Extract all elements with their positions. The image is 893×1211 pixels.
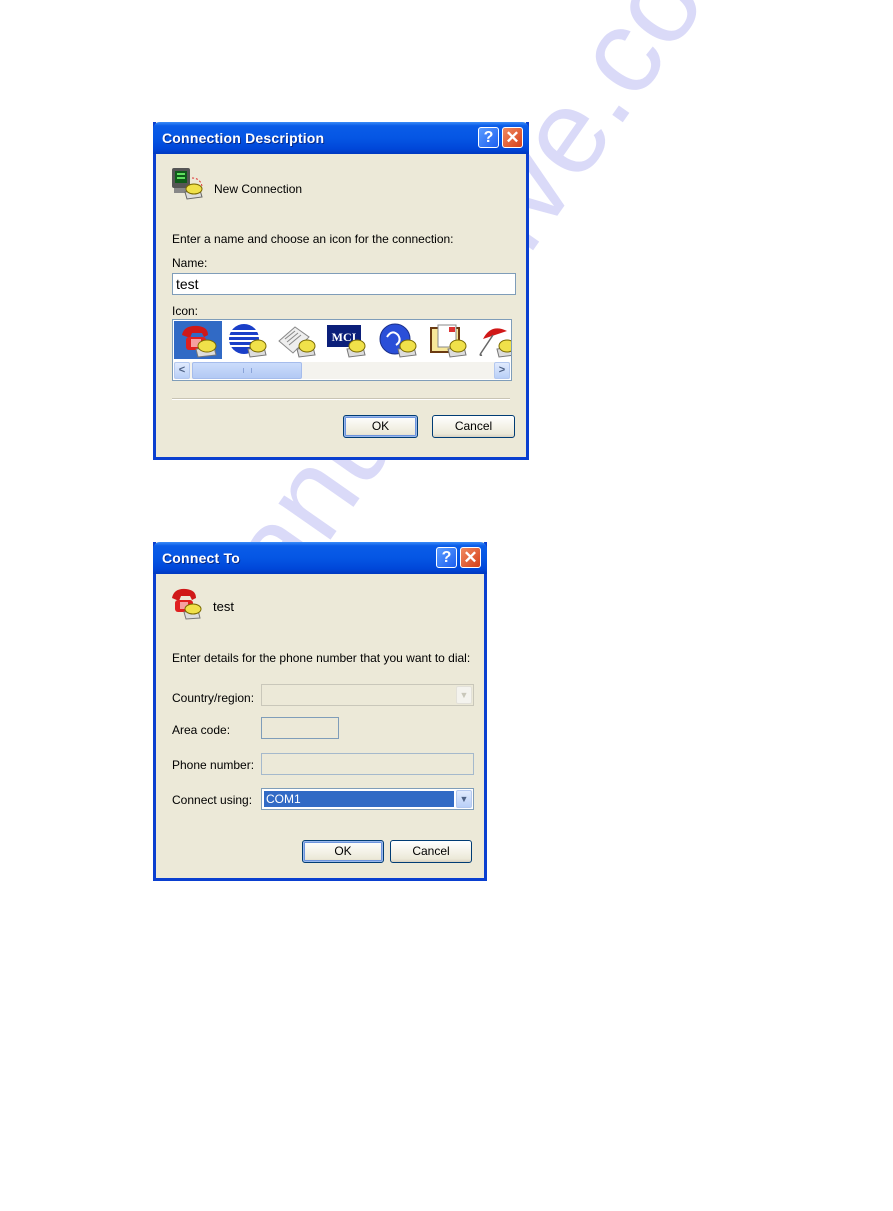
blue-globe-icon <box>229 324 267 358</box>
close-button[interactable]: ✕ <box>460 547 481 568</box>
icon-option-ge-globe[interactable] <box>374 321 422 359</box>
connect-using-label: Connect using: <box>172 793 253 807</box>
connect-using-select[interactable]: COM1 ▼ <box>261 788 474 810</box>
red-phone-icon <box>182 325 217 358</box>
prompt-text: Enter a name and choose an icon for the … <box>172 232 454 246</box>
separator <box>172 398 510 400</box>
country-region-select[interactable]: ▼ <box>261 684 474 706</box>
icon-option-blue-globe[interactable] <box>224 321 272 359</box>
title-bar: Connection Description ? ✕ <box>153 122 529 154</box>
ok-button[interactable]: OK <box>302 840 384 863</box>
umbrella-icon <box>479 328 511 358</box>
name-label: Name: <box>172 256 208 270</box>
title-bar: Connect To ? ✕ <box>153 542 487 574</box>
chevron-down-icon[interactable]: ▼ <box>456 790 472 808</box>
phone-number-label: Phone number: <box>172 758 255 772</box>
dialog-title: Connection Description <box>162 130 325 146</box>
chevron-down-icon[interactable]: ▼ <box>456 686 472 704</box>
newspaper-icon <box>278 326 316 358</box>
icon-option-documents[interactable] <box>424 321 472 359</box>
help-button[interactable]: ? <box>436 547 457 568</box>
ge-globe-icon <box>379 323 417 358</box>
icon-option-mci[interactable]: MCI <box>323 321 371 359</box>
red-phone-icon <box>172 588 202 620</box>
icon-option-newspaper[interactable] <box>273 321 321 359</box>
name-input[interactable]: test <box>172 273 516 295</box>
connection-header-text: New Connection <box>214 182 303 196</box>
phone-number-input[interactable] <box>261 753 474 775</box>
scroll-left-button[interactable]: < <box>174 362 190 379</box>
connect-to-dialog: Connect To ? ✕ test Enter details for th… <box>153 542 487 881</box>
area-code-input[interactable] <box>261 717 339 739</box>
country-region-label: Country/region: <box>172 691 255 705</box>
icon-label: Icon: <box>172 304 199 318</box>
dialog-title: Connect To <box>162 550 240 566</box>
icon-list[interactable]: MCI < > <box>172 319 512 381</box>
documents-icon <box>430 324 467 358</box>
area-code-label: Area code: <box>172 723 231 737</box>
close-button[interactable]: ✕ <box>502 127 523 148</box>
cancel-button[interactable]: Cancel <box>390 840 472 863</box>
ok-button[interactable]: OK <box>343 415 418 438</box>
help-button[interactable]: ? <box>478 127 499 148</box>
computer-phone-icon <box>172 168 203 200</box>
scroll-right-button[interactable]: > <box>494 362 510 379</box>
icon-option-red-phone[interactable] <box>174 321 222 359</box>
prompt-text: Enter details for the phone number that … <box>172 651 471 665</box>
connection-description-dialog: Connection Description ? ✕ New Connectio… <box>153 122 529 460</box>
horizontal-scrollbar[interactable]: < > <box>174 362 510 379</box>
cancel-button[interactable]: Cancel <box>432 415 515 438</box>
connect-using-value: COM1 <box>264 791 454 807</box>
scroll-thumb[interactable] <box>192 362 302 379</box>
connection-name-text: test <box>213 599 234 614</box>
icon-option-umbrella[interactable] <box>473 321 511 359</box>
mci-icon: MCI <box>327 325 366 358</box>
